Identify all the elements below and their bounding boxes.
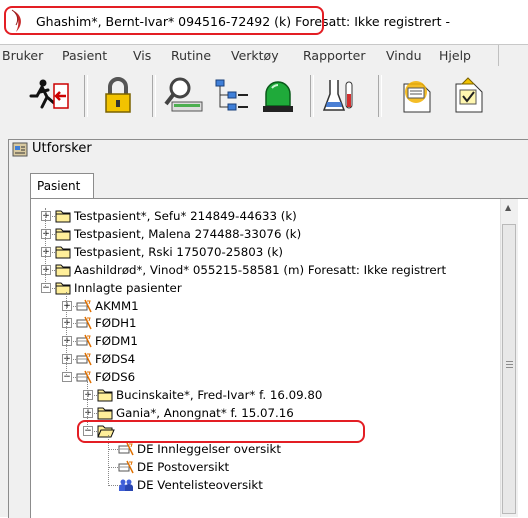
- toolbar-separator: [378, 75, 382, 117]
- ward-icon: [76, 352, 92, 369]
- document-sign-icon[interactable]: [448, 74, 492, 118]
- tree-node-label: AKMM1: [95, 298, 139, 313]
- tree-view-icon[interactable]: [210, 74, 254, 118]
- folder-icon: [97, 388, 113, 405]
- scroll-up-icon[interactable]: ▲: [505, 203, 511, 212]
- expand-icon[interactable]: +: [41, 264, 51, 275]
- menu-verktoy[interactable]: Verktøy: [231, 48, 279, 63]
- expand-icon[interactable]: +: [83, 390, 93, 400]
- folder-icon: [55, 227, 71, 244]
- tree-node[interactable]: DE Postoversikt: [31, 459, 501, 476]
- patient-tree[interactable]: + Testpasient*, Sefu* 214849-44633 (k) + Te…: [30, 198, 528, 518]
- toolbar-separator: [84, 75, 88, 117]
- title-highlight-box: [4, 6, 324, 35]
- menu-pasient[interactable]: Pasient: [62, 48, 107, 63]
- explorer-title: Utforsker: [32, 141, 92, 156]
- exit-icon[interactable]: [28, 74, 72, 118]
- folder-icon: [55, 209, 71, 226]
- folder-icon: [55, 263, 71, 280]
- tree-node[interactable]: + Testpasient, Rski 175070-25803 (k): [31, 244, 501, 261]
- tree-node-label: Testpasient*, Sefu* 214849-44633 (k): [74, 209, 297, 223]
- expand-icon[interactable]: +: [41, 246, 51, 257]
- menu-rutine[interactable]: Rutine: [171, 48, 211, 63]
- patient-search-icon[interactable]: [162, 74, 206, 118]
- tree-node-label: Bucinskaite*, Fred-Ivar* f. 16.09.80: [116, 388, 323, 402]
- tree-node-label: FØDS4: [95, 352, 136, 367]
- alarm-light-icon[interactable]: [256, 74, 300, 118]
- expand-icon[interactable]: +: [41, 228, 51, 239]
- toolbar-separator: [152, 75, 156, 117]
- ward-icon: [118, 460, 134, 477]
- tree-trunk: [45, 208, 46, 288]
- tree-node-label: Testpasient, Malena 274488-33076 (k): [74, 226, 302, 241]
- lock-icon[interactable]: [96, 74, 140, 118]
- tree-node[interactable]: + Testpasient, Malena 274488-33076 (k): [31, 226, 501, 243]
- tree-node-label: Innlagte pasienter: [74, 280, 182, 295]
- tree-node[interactable]: + FØDH1: [31, 315, 501, 332]
- collapse-icon[interactable]: −: [41, 282, 51, 293]
- lab-test-icon[interactable]: [320, 74, 364, 118]
- menu-bar: Bruker Pasient Vis Rutine Verktøy Rappor…: [0, 44, 528, 68]
- tree-node[interactable]: − FØDS6: [31, 369, 501, 386]
- tree-node-label: Gania*, Anongnat* f. 15.07.16: [116, 405, 294, 420]
- vertical-scrollbar[interactable]: ▲: [500, 199, 518, 517]
- tree-node[interactable]: + Bucinskaite*, Fred-Ivar* f. 16.09.80: [31, 387, 501, 404]
- window-title-bar: Ghashim*, Bernt-Ivar* 094516-72492 (k) F…: [0, 0, 528, 44]
- ward-icon: [76, 299, 92, 316]
- folder-icon: [55, 245, 71, 262]
- ward-icon: [118, 442, 134, 459]
- people-icon: [118, 478, 134, 495]
- explorer-icon: [12, 142, 28, 157]
- expand-icon[interactable]: +: [62, 300, 72, 311]
- toolbar: [0, 67, 528, 126]
- toolbar-separator: [310, 75, 314, 117]
- tree-trunk: [66, 291, 67, 378]
- tree-node[interactable]: − Innlagte pasienter: [31, 280, 501, 297]
- menu-vindu[interactable]: Vindu: [386, 48, 422, 63]
- scrollbar-grip-icon: [506, 361, 513, 370]
- expand-icon[interactable]: +: [62, 354, 72, 365]
- tree-node[interactable]: + Testpasient*, Sefu* 214849-44633 (k): [31, 208, 501, 225]
- tab-pasient[interactable]: Pasient: [30, 173, 94, 199]
- tree-node[interactable]: DE Innleggelser oversikt: [31, 441, 501, 458]
- tab-label: Pasient: [37, 179, 81, 193]
- menu-rapporter[interactable]: Rapporter: [303, 48, 365, 63]
- tree-node-label: DE Ventelisteoversikt: [137, 477, 263, 492]
- tree-node-label: DE Innleggelser oversikt: [137, 441, 281, 456]
- tree-node-label: Testpasient, Rski 175070-25803 (k): [74, 244, 284, 259]
- expand-icon[interactable]: +: [41, 211, 51, 221]
- tree-node-label: Aashildrød*, Vinod* 055215-58581 (m) For…: [74, 262, 447, 277]
- selection-highlight-box: [77, 419, 365, 443]
- menu-hjelp[interactable]: Hjelp: [439, 48, 471, 63]
- ward-icon: [76, 370, 92, 387]
- tree-node-label: FØDS6: [95, 370, 136, 385]
- tree-node-label: FØDM1: [95, 334, 138, 349]
- collapse-icon[interactable]: −: [62, 372, 72, 383]
- document-edit-icon[interactable]: [396, 74, 440, 118]
- expand-icon[interactable]: +: [62, 336, 72, 347]
- tree-node[interactable]: DE Ventelisteoversikt: [31, 477, 501, 494]
- tree-node[interactable]: + Aashildrød*, Vinod* 055215-58581 (m) Fo…: [31, 262, 501, 279]
- ward-icon: [76, 334, 92, 351]
- menu-bruker[interactable]: Bruker: [2, 48, 43, 63]
- tree-node[interactable]: + AKMM1: [31, 298, 501, 315]
- tree-node[interactable]: + FØDS4: [31, 351, 501, 368]
- menu-separator: [498, 45, 499, 66]
- expand-icon[interactable]: +: [83, 407, 93, 418]
- menu-vis[interactable]: Vis: [133, 48, 151, 63]
- scrollbar-thumb[interactable]: [502, 224, 516, 514]
- expand-icon[interactable]: +: [62, 318, 72, 329]
- tree-node-label: FØDH1: [95, 316, 137, 331]
- tree-node[interactable]: + FØDM1: [31, 333, 501, 350]
- folder-icon: [55, 281, 71, 298]
- ward-icon: [76, 316, 92, 333]
- tree-node-label: DE Postoversikt: [137, 459, 230, 474]
